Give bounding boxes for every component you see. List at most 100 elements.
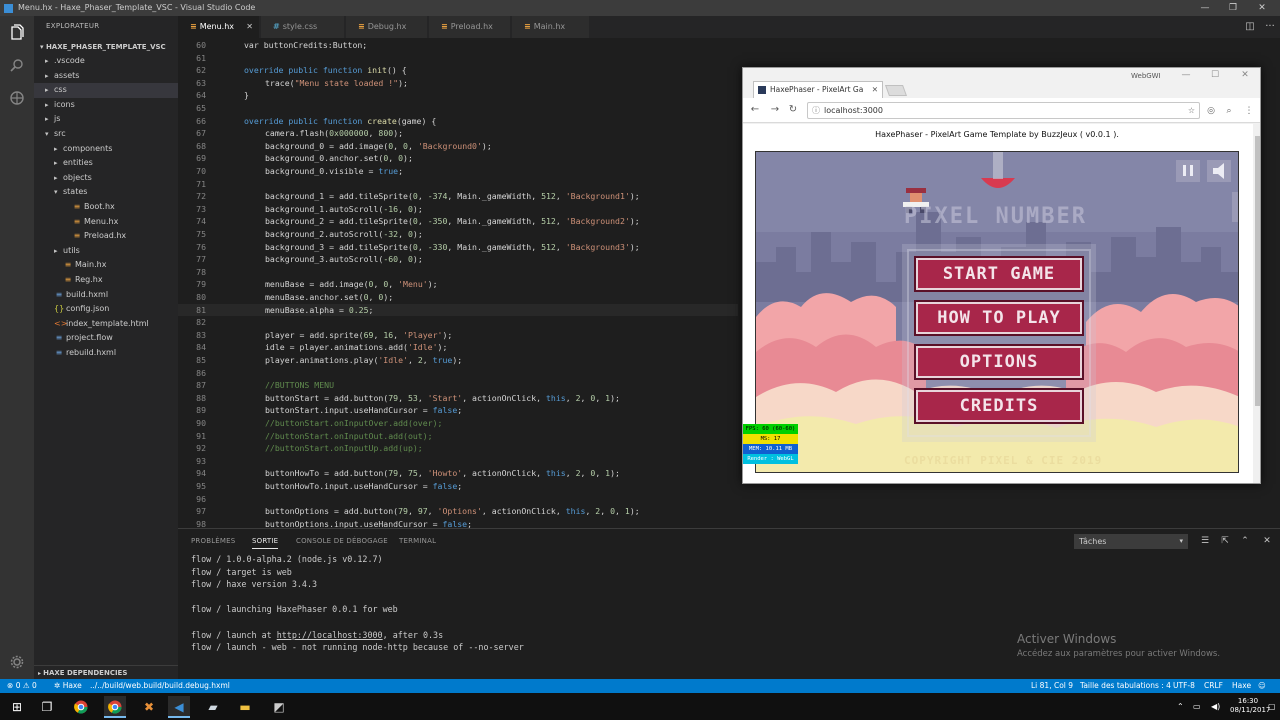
extensions-icon[interactable] — [0, 82, 34, 114]
chrome-icon[interactable] — [70, 696, 92, 718]
tree-item[interactable]: ▸ icons — [34, 98, 178, 113]
code-token: background_1.autoScroll( — [265, 203, 384, 214]
code-token: buttonStart.input.useHandCursor = — [265, 405, 433, 416]
tree-item[interactable]: ≡ Menu.hx — [34, 215, 178, 230]
search-icon[interactable] — [0, 49, 34, 81]
address-bar[interactable]: ⓘ localhost:3000 ☆ — [807, 102, 1200, 119]
page-scrollbar[interactable] — [1253, 124, 1260, 483]
code-token: buttonOptions = add.button( — [265, 506, 399, 517]
taskbar-clock[interactable]: 16:30 08/11/2017 — [1230, 697, 1270, 715]
workspace-folder[interactable]: ▾ HAXE_PHASER_TEMPLATE_VSC — [34, 40, 178, 54]
tree-item[interactable]: <>index_template.html — [34, 317, 178, 332]
code-line: 87 //BUTTONS MENU — [178, 379, 738, 392]
eol-indicator[interactable]: CRLF — [1204, 679, 1223, 693]
options-button[interactable]: OPTIONS — [916, 346, 1082, 378]
volume-icon[interactable]: ◀) — [1211, 693, 1220, 720]
editor-tab[interactable]: ≡ Debug.hx — [346, 16, 428, 38]
maximize-panel-icon[interactable]: ⌃ — [1237, 534, 1253, 549]
browser-close-button[interactable]: ✕ — [1232, 70, 1258, 82]
problems-indicator[interactable]: ⊗ 0 ⚠ 0 — [7, 679, 37, 693]
hx-file-icon: ≡ — [73, 216, 81, 226]
maximize-button[interactable]: ❐ — [1218, 0, 1248, 16]
credits-button[interactable]: CREDITS — [916, 390, 1082, 422]
browser-minimize-button[interactable]: — — [1173, 70, 1199, 82]
tree-item[interactable]: ≡ Preload.hx — [34, 229, 178, 244]
output-channel-select[interactable]: Tâches ▾ — [1074, 534, 1188, 549]
editor-tab[interactable]: ≡ Preload.hx — [429, 16, 511, 38]
task-view-icon[interactable]: ❐ — [36, 696, 58, 718]
game-canvas[interactable]: PIXEL NUMBER START GAME HOW TO PLAY OPTI… — [755, 151, 1239, 473]
browser-tab[interactable]: HaxePhaser - PixelArt Ga ✕ — [753, 81, 883, 98]
clear-output-icon[interactable]: ☰ — [1197, 534, 1213, 549]
tree-item[interactable]: ≡ Boot.hx — [34, 200, 178, 215]
back-arrow-icon[interactable]: ← — [747, 102, 763, 118]
tree-item[interactable]: ≡ build.hxml — [34, 288, 178, 303]
build-file-indicator[interactable]: ../../build/web.build/build.debug.hxml — [90, 679, 230, 693]
tree-item[interactable]: {} config.json — [34, 302, 178, 317]
tree-item[interactable]: ▸ js — [34, 112, 178, 127]
chrome-active-icon[interactable] — [104, 696, 126, 718]
tree-item[interactable]: ▸ components — [34, 142, 178, 157]
notifications-icon[interactable]: ▢ — [1268, 693, 1276, 720]
tab-problems[interactable]: PROBLÈMES — [191, 537, 235, 545]
editor-app-icon[interactable]: ◩ — [268, 696, 290, 718]
close-panel-icon[interactable]: ✕ — [1259, 534, 1275, 549]
start-game-button[interactable]: START GAME — [916, 258, 1082, 290]
tab-debug-console[interactable]: CONSOLE DE DÉBOGAGE — [296, 537, 388, 545]
split-editor-icon[interactable]: ◫ — [1240, 16, 1260, 38]
extension-icon[interactable]: ◎ — [1204, 104, 1218, 118]
language-mode[interactable]: Haxe — [1232, 679, 1251, 693]
code-line: 76 background_3 = add.tileSprite(0, -330,… — [178, 241, 738, 254]
tree-item[interactable]: ≡ Main.hx — [34, 258, 178, 273]
tray-chevron-icon[interactable]: ⌃ — [1177, 693, 1184, 720]
tree-item[interactable]: ≡ rebuild.hxml — [34, 346, 178, 361]
tree-item[interactable]: ▾ states — [34, 185, 178, 200]
vscode-taskbar-icon[interactable]: ◀ — [168, 696, 190, 718]
editor-tab[interactable]: ≡ Menu.hx ✕ — [178, 16, 260, 38]
tab-output[interactable]: SORTIE — [252, 537, 279, 549]
output-link[interactable]: http://localhost:3000 — [277, 630, 383, 640]
menu-dots-icon[interactable]: ⋮ — [1242, 104, 1256, 118]
editor-tab[interactable]: ≡ Main.hx — [512, 16, 590, 38]
new-tab-button[interactable] — [884, 85, 908, 96]
network-icon[interactable]: ▭ — [1193, 693, 1201, 720]
file-explorer-icon[interactable]: ▬ — [234, 696, 256, 718]
close-tab-icon[interactable]: ✕ — [246, 16, 253, 38]
close-tab-icon[interactable]: ✕ — [872, 82, 878, 98]
haxe-app-icon[interactable]: ✖ — [138, 696, 160, 718]
tree-item[interactable]: ▸ assets — [34, 69, 178, 84]
bookmark-star-icon[interactable]: ☆ — [1188, 103, 1195, 118]
browser-maximize-button[interactable]: ☐ — [1202, 70, 1228, 82]
tree-item[interactable]: ▸ css — [34, 83, 178, 98]
haxe-dependencies-section[interactable]: ▸ HAXE DEPENDENCIES — [34, 665, 178, 679]
tree-item[interactable]: ▸ entities — [34, 156, 178, 171]
tab-size-indicator[interactable]: Taille des tabulations : 4 — [1080, 679, 1171, 693]
minimize-button[interactable]: — — [1190, 0, 1220, 16]
tree-item[interactable]: ≡ Reg.hx — [34, 273, 178, 288]
how-to-play-button[interactable]: HOW TO PLAY — [916, 302, 1082, 334]
more-actions-icon[interactable]: ··· — [1260, 16, 1280, 38]
code-token: menuBase.alpha = — [265, 304, 349, 315]
windows-start-icon[interactable]: ⊞ — [6, 696, 28, 718]
gear-icon[interactable] — [0, 646, 34, 678]
tree-item[interactable]: ≡ project.flow — [34, 331, 178, 346]
tree-item[interactable]: ▸ objects — [34, 171, 178, 186]
close-window-button[interactable]: ✕ — [1247, 0, 1277, 16]
tree-item[interactable]: ▸ utils — [34, 244, 178, 259]
tree-item[interactable]: ▾ src — [34, 127, 178, 142]
lock-scroll-icon[interactable]: ⇱ — [1217, 534, 1233, 549]
cursor-position[interactable]: Li 81, Col 9 — [1031, 679, 1073, 693]
forward-arrow-icon[interactable]: → — [767, 102, 783, 118]
scrollbar-thumb[interactable] — [1255, 136, 1260, 406]
tree-item[interactable]: ▸ .vscode — [34, 54, 178, 69]
files-icon[interactable] — [0, 16, 34, 48]
feedback-icon[interactable]: ☺ — [1258, 679, 1266, 693]
encoding-indicator[interactable]: UTF-8 — [1173, 679, 1195, 693]
editor-tab[interactable]: # style.css — [261, 16, 345, 38]
reload-icon[interactable]: ↻ — [785, 102, 801, 118]
haxe-server-status[interactable]: ✲ Haxe — [54, 679, 82, 693]
code-token: background_1 = add.tileSprite( — [265, 191, 413, 202]
tab-terminal[interactable]: TERMINAL — [399, 537, 436, 545]
zoom-icon[interactable]: ⌕ — [1222, 104, 1236, 118]
app-icon[interactable]: ▰ — [202, 696, 224, 718]
